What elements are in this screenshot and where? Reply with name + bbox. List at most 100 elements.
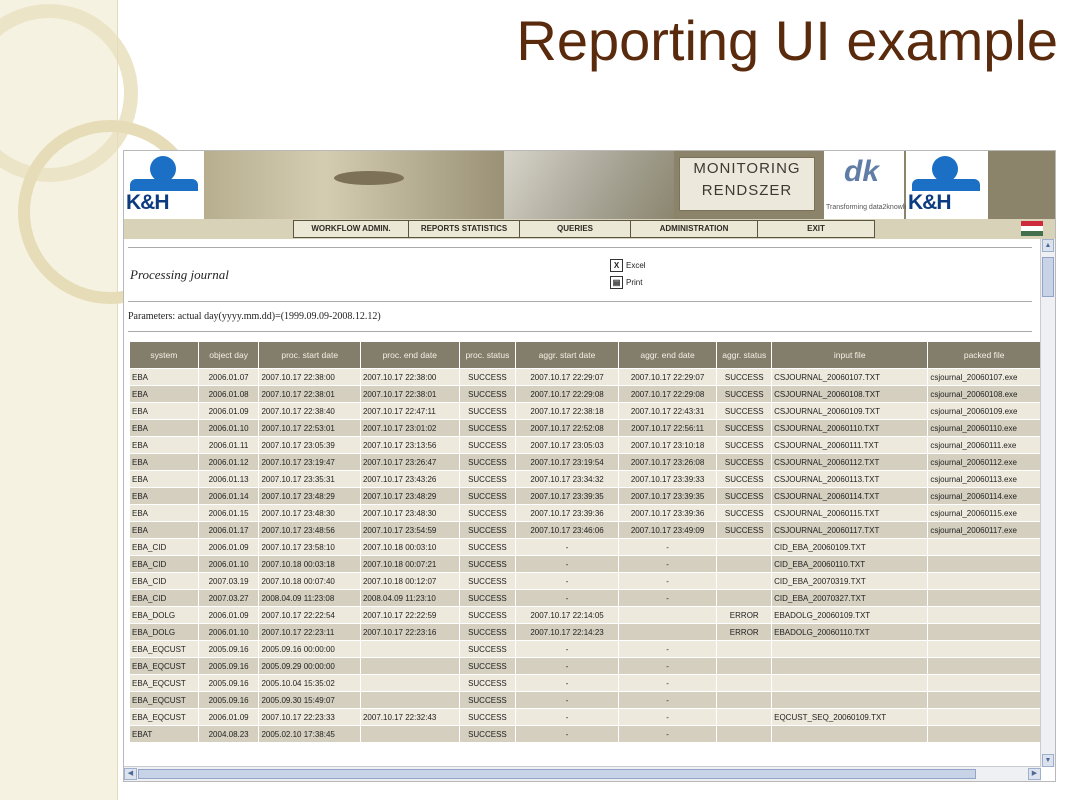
- table-row: EBAT 2004.08.23 2005.02.10 17:38:45 SUCCESS…: [129, 725, 1041, 743]
- table-cell: -: [515, 555, 619, 573]
- export-excel-button[interactable]: X Excel: [610, 259, 646, 272]
- table-cell: 2007.03.19: [197, 572, 260, 590]
- print-button[interactable]: ▤ Print: [610, 276, 642, 289]
- table-cell: [771, 674, 929, 692]
- table-cell: [927, 623, 1041, 641]
- table-row: EBA_CID 2007.03.19 2007.10.18 00:07:40 2007…: [129, 572, 1041, 590]
- table-cell: csjournal_20060107.exe: [927, 368, 1041, 386]
- table-cell: csjournal_20060115.exe: [927, 504, 1041, 522]
- table-cell: -: [515, 572, 619, 590]
- column-header: object day: [197, 341, 260, 369]
- table-cell: EBA_CID: [129, 555, 199, 573]
- table-cell: [927, 572, 1041, 590]
- table-cell: [716, 725, 773, 743]
- table-cell: 2007.10.17 23:48:30: [359, 504, 460, 522]
- vertical-scrollbar[interactable]: ▲ ▼: [1040, 239, 1055, 767]
- table-cell: 2007.10.17 22:38:00: [359, 368, 460, 386]
- table-cell: SUCCESS: [458, 504, 517, 522]
- table-cell: 2007.10.17 23:39:35: [617, 487, 718, 505]
- table-row: EBA 2006.01.13 2007.10.17 23:35:31 2007.10.…: [129, 470, 1041, 488]
- table-cell: csjournal_20060112.exe: [927, 453, 1041, 471]
- table-cell: 2007.10.17 23:48:29: [359, 487, 460, 505]
- table-row: EBA 2006.01.07 2007.10.17 22:38:00 2007.10.…: [129, 368, 1041, 386]
- table-cell: 2007.10.17 23:39:36: [515, 504, 619, 522]
- table-cell: 2007.03.27: [197, 589, 260, 607]
- table-cell: [771, 691, 929, 709]
- vertical-scroll-thumb[interactable]: [1042, 257, 1054, 297]
- column-header: packed file: [927, 341, 1041, 369]
- table-cell: SUCCESS: [458, 657, 517, 675]
- table-cell: 2007.10.17 23:46:06: [515, 521, 619, 539]
- column-header: input file: [771, 341, 929, 369]
- table-cell: 2007.10.17 22:23:16: [359, 623, 460, 641]
- table-cell: 2004.08.23: [197, 725, 260, 743]
- table-cell: 2006.01.09: [197, 402, 260, 420]
- table-cell: SUCCESS: [458, 470, 517, 488]
- system-name-line1: MONITORING: [693, 160, 801, 177]
- table-cell: ERROR: [716, 606, 773, 624]
- table-cell: EBA: [129, 402, 199, 420]
- table-cell: EQCUST_SEQ_20060109.TXT: [771, 708, 929, 726]
- table-cell: 2005.09.16 00:00:00: [258, 640, 361, 658]
- table-cell: [359, 640, 460, 658]
- table-cell: 2006.01.08: [197, 385, 260, 403]
- menu-workflow-admin[interactable]: WORKFLOW ADMIN.: [293, 220, 409, 238]
- banner-photo: [204, 151, 504, 219]
- menu-reports-statistics[interactable]: REPORTS STATISTICS: [408, 220, 520, 238]
- column-header: aggr. start date: [515, 341, 619, 369]
- table-cell: 2006.01.12: [197, 453, 260, 471]
- scroll-left-icon[interactable]: ◀: [124, 768, 137, 780]
- table-cell: 2005.09.16: [197, 674, 260, 692]
- table-row: EBA 2006.01.11 2007.10.17 23:05:39 2007.10.…: [129, 436, 1041, 454]
- table-cell: csjournal_20060108.exe: [927, 385, 1041, 403]
- table-cell: 2007.10.17 23:39:36: [617, 504, 718, 522]
- table-cell: 2007.10.17 22:22:54: [258, 606, 361, 624]
- table-cell: [359, 725, 460, 743]
- table-cell: [617, 623, 718, 641]
- menu-administration[interactable]: ADMINISTRATION: [630, 220, 758, 238]
- table-cell: ERROR: [716, 623, 773, 641]
- table-cell: [927, 589, 1041, 607]
- parameters-text: Parameters: actual day(yyyy.mm.dd)=(1999…: [128, 311, 381, 322]
- horizontal-scrollbar[interactable]: ◀ ▶: [124, 766, 1041, 781]
- hungarian-flag-icon[interactable]: [1021, 221, 1043, 236]
- table-cell: SUCCESS: [458, 521, 517, 539]
- table-cell: 2006.01.14: [197, 487, 260, 505]
- table-cell: EBA_DOLG: [129, 623, 199, 641]
- banner-fill: [988, 151, 1055, 219]
- report-content: Processing journal X Excel ▤ Print Param…: [124, 241, 1041, 767]
- horizontal-scroll-thumb[interactable]: [138, 769, 976, 779]
- table-cell: [716, 708, 773, 726]
- column-header: aggr. status: [716, 341, 773, 369]
- table-cell: 2006.01.07: [197, 368, 260, 386]
- table-cell: 2006.01.11: [197, 436, 260, 454]
- table-cell: CSJOURNAL_20060110.TXT: [771, 419, 929, 437]
- banner-screen-graphic: [504, 151, 674, 219]
- table-cell: 2006.01.09: [197, 606, 260, 624]
- table-cell: 2007.10.18 00:12:07: [359, 572, 460, 590]
- table-cell: EBA_EQCUST: [129, 708, 199, 726]
- table-cell: 2007.10.17 23:48:29: [258, 487, 361, 505]
- table-cell: 2007.10.17 22:38:01: [258, 385, 361, 403]
- scroll-right-icon[interactable]: ▶: [1028, 768, 1041, 780]
- scroll-up-icon[interactable]: ▲: [1042, 239, 1054, 252]
- table-cell: SUCCESS: [716, 385, 773, 403]
- table-row: EBA 2006.01.15 2007.10.17 23:48:30 2007.10.…: [129, 504, 1041, 522]
- table-cell: 2007.10.17 22:52:08: [515, 419, 619, 437]
- table-cell: -: [515, 657, 619, 675]
- table-cell: 2007.10.17 22:43:31: [617, 402, 718, 420]
- table-cell: EBA: [129, 385, 199, 403]
- table-cell: -: [515, 589, 619, 607]
- menu-queries[interactable]: QUERIES: [519, 220, 631, 238]
- table-cell: 2005.09.29 00:00:00: [258, 657, 361, 675]
- table-cell: SUCCESS: [458, 725, 517, 743]
- menu-exit[interactable]: EXIT: [757, 220, 875, 238]
- table-cell: 2006.01.17: [197, 521, 260, 539]
- table-row: EBA_CID 2006.01.09 2007.10.17 23:58:10 2007…: [129, 538, 1041, 556]
- print-label: Print: [626, 278, 643, 287]
- table-cell: 2007.10.17 22:38:01: [359, 385, 460, 403]
- table-cell: 2007.10.17 22:38:18: [515, 402, 619, 420]
- processing-journal-table: system object day proc. start date proc. en…: [129, 341, 1041, 743]
- scroll-down-icon[interactable]: ▼: [1042, 754, 1054, 767]
- table-row: EBA_CID 2007.03.27 2008.04.09 11:23:08 2008…: [129, 589, 1041, 607]
